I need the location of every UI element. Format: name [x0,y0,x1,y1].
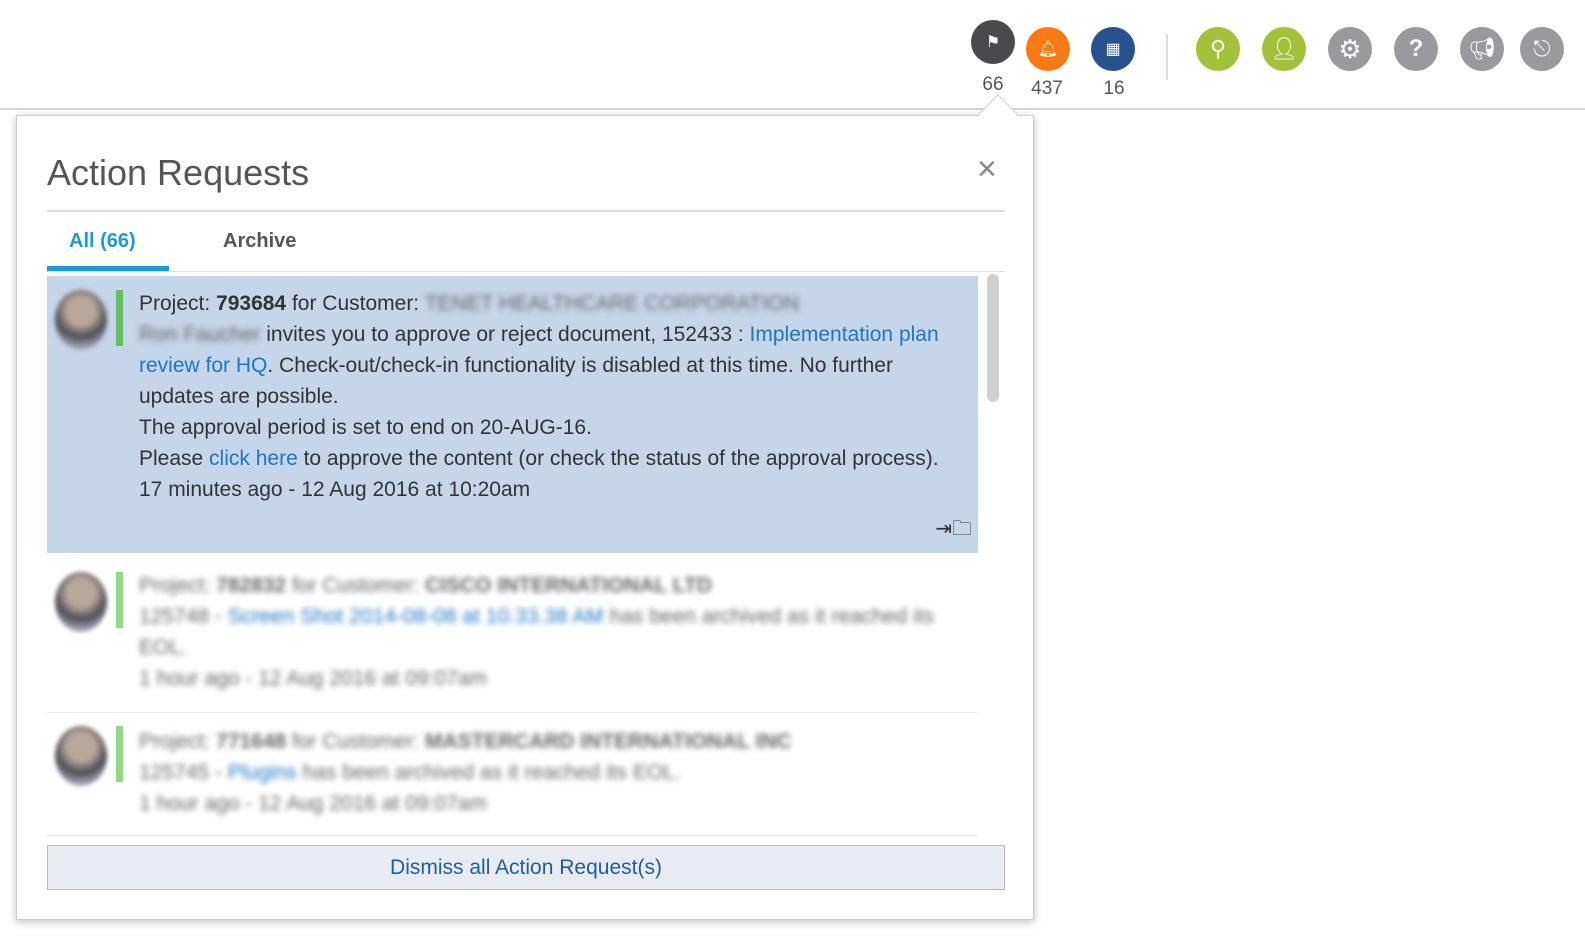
label: Project: [139,574,217,597]
gear-icon[interactable]: ⚙ [1328,27,1372,71]
click-here-link[interactable]: click here [209,447,298,470]
label: for Customer: [286,574,425,597]
close-icon[interactable]: × [977,150,997,189]
scrollbar[interactable] [987,274,999,402]
dismiss-all-button[interactable]: Dismiss all Action Request(s) [47,845,1005,890]
calendar-icon[interactable]: ▦ [1091,27,1135,71]
notifications-count: 437 [1031,78,1063,99]
timestamp: 1 hour ago - 12 Aug 2016 at 09:07am [139,792,487,815]
avatar [55,290,107,350]
document-link[interactable]: Plugins [228,761,297,784]
label: for Customer: [286,730,425,753]
megaphone-icon[interactable]: 📢︎ [1460,27,1504,71]
header-divider [0,108,1585,110]
user-name: Ron Faucher [139,323,261,346]
status-bar [116,726,123,782]
avatar [55,726,107,786]
tab-divider [47,271,1005,272]
project-number: 771648 [216,730,287,753]
message-text: invites you to approve or reject documen… [260,323,750,346]
label: for Customer: [286,292,425,315]
bell-icon[interactable]: 🔔︎ [1026,27,1070,71]
project-number: 793684 [216,292,287,315]
tab-all[interactable]: All (66) [69,230,136,253]
list-divider [47,835,978,836]
customer-name: MASTERCARD INTERNATIONAL INC [424,730,792,753]
search-icon[interactable]: ⚲ [1196,27,1240,71]
panel-title: Action Requests [47,152,310,193]
timestamp: 1 hour ago - 12 Aug 2016 at 09:07am [139,667,487,690]
avatar [55,572,107,632]
help-icon[interactable]: ? [1394,27,1438,71]
customer-name: TENET HEALTHCARE CORPORATION [424,292,800,315]
message-text: to approve the content (or check the sta… [297,447,939,470]
list-item[interactable]: Project: 793684 for Customer: TENET HEAL… [47,276,978,553]
user-icon[interactable]: 👤︎ [1262,27,1306,71]
document-link[interactable]: Screen Shot 2014-08-08 at 10.33.38 AM [228,605,604,628]
header-separator [1166,34,1168,80]
label: Project: [139,292,217,315]
logout-icon[interactable]: ⎋ [1520,27,1564,71]
list-item[interactable]: Project: 771648 for Customer: MASTERCARD… [47,720,978,830]
flag-icon[interactable]: ⚑ [971,20,1015,64]
tab-archive[interactable]: Archive [223,230,296,253]
document-id: 125748 - [139,605,228,628]
status-bar [116,290,123,346]
status-bar [116,572,123,628]
action-requests-count: 66 [982,74,1004,95]
customer-name: CISCO INTERNATIONAL LTD [424,574,712,597]
message-text: has been archived as it reached its EOL. [296,761,681,784]
title-divider [47,210,1005,212]
project-number: 782832 [216,574,287,597]
document-id: 125745 - [139,761,228,784]
label: Project: [139,730,217,753]
approval-period: The approval period is set to end on 20-… [139,416,592,439]
message-text: Please [139,447,210,470]
list-item[interactable]: Project: 782832 for Customer: CISCO INTE… [47,564,978,704]
archive-icon[interactable]: ⇥🗀 [935,514,972,545]
action-requests-panel: Action Requests × All (66) Archive Proje… [16,115,1034,920]
calendar-count: 16 [1103,78,1125,99]
item-divider [47,712,978,713]
timestamp: 17 minutes ago - 12 Aug 2016 at 10:20am [139,478,531,501]
